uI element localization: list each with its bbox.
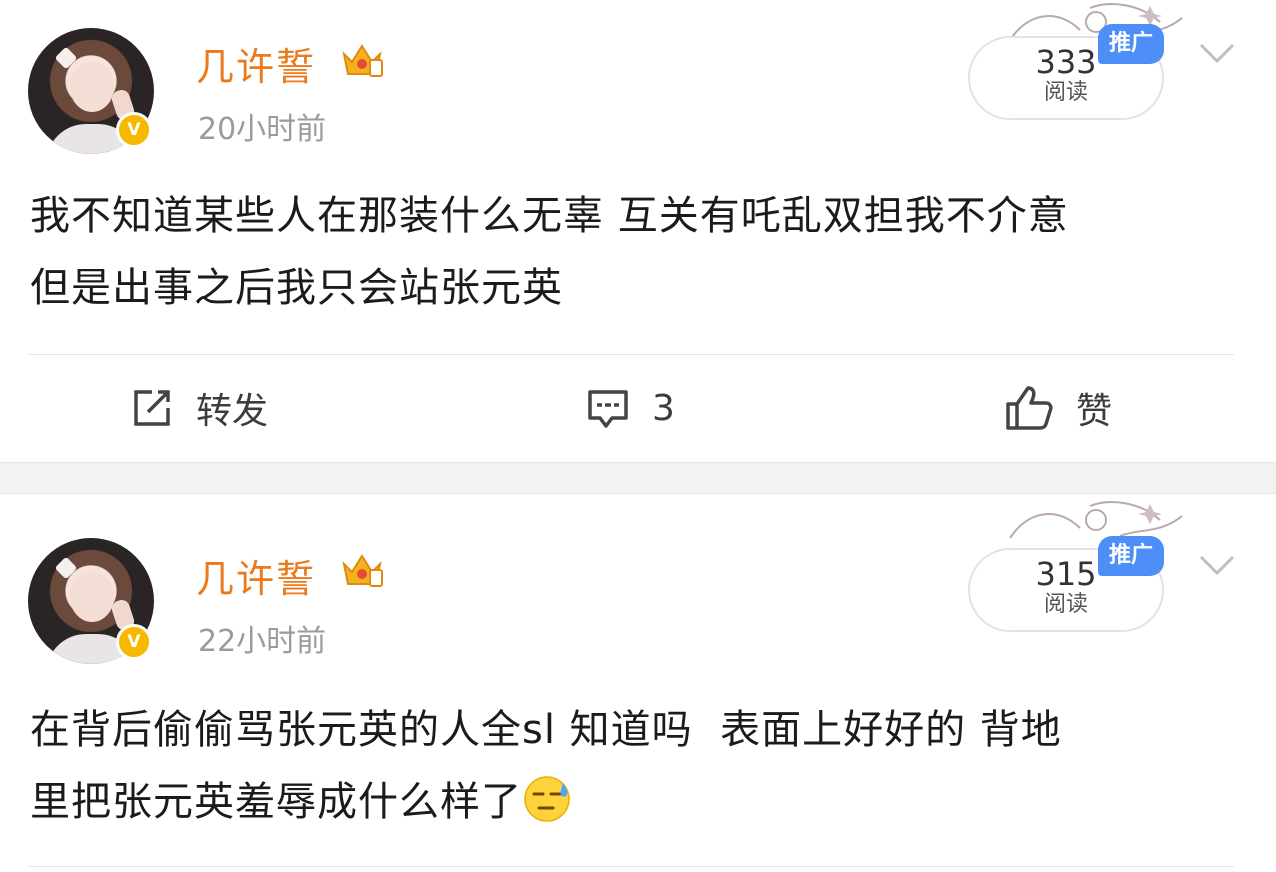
crown-icon (342, 554, 383, 587)
weibo-post: V 几许誓 22小时前 315 阅读 推广 在背后偷偷骂张元英的人全sl 知道吗… (0, 494, 1276, 872)
like-label: 赞 (1076, 391, 1113, 432)
comment-count: 3 (652, 387, 675, 429)
like-button[interactable]: 赞 (1004, 380, 1112, 436)
read-label: 阅读 (1043, 80, 1088, 105)
username[interactable]: 几许誓 (196, 36, 316, 91)
read-label: 阅读 (1043, 592, 1088, 617)
timestamp: 22小时前 (198, 624, 327, 659)
sweat-smile-emoji (524, 776, 570, 822)
repost-label: 转发 (196, 391, 269, 432)
like-icon (1006, 386, 1053, 430)
crown-icon (342, 44, 383, 77)
post-text: 在背后偷偷骂张元英的人全sl 知道吗 表面上好好的 背地 里把张元英羞辱成什么样… (30, 694, 1246, 838)
divider (28, 354, 1234, 355)
repost-icon (134, 390, 170, 426)
promo-tag: 推广 (1098, 24, 1164, 64)
comment-icon (588, 390, 628, 428)
weibo-post: V 几许誓 20小时前 333 阅读 推广 我不知道某些人在那装什么无辜 互关有… (0, 0, 1276, 462)
decorative-sticker (1009, 501, 1183, 539)
promo-tag: 推广 (1098, 536, 1164, 576)
timestamp: 20小时前 (198, 112, 327, 147)
username[interactable]: 几许誓 (196, 548, 316, 603)
post-text: 我不知道某些人在那装什么无辜 互关有吒乱双担我不介意 但是出事之后我只会站张元英 (30, 193, 1069, 311)
repost-button[interactable]: 转发 (130, 380, 268, 436)
chevron-down-icon[interactable] (1198, 552, 1236, 578)
verified-icon: V (116, 624, 152, 660)
post-separator (0, 462, 1276, 494)
chevron-down-icon[interactable] (1198, 40, 1236, 66)
divider (28, 866, 1234, 867)
verified-icon: V (116, 112, 152, 148)
comment-button[interactable]: 3 (586, 380, 675, 436)
